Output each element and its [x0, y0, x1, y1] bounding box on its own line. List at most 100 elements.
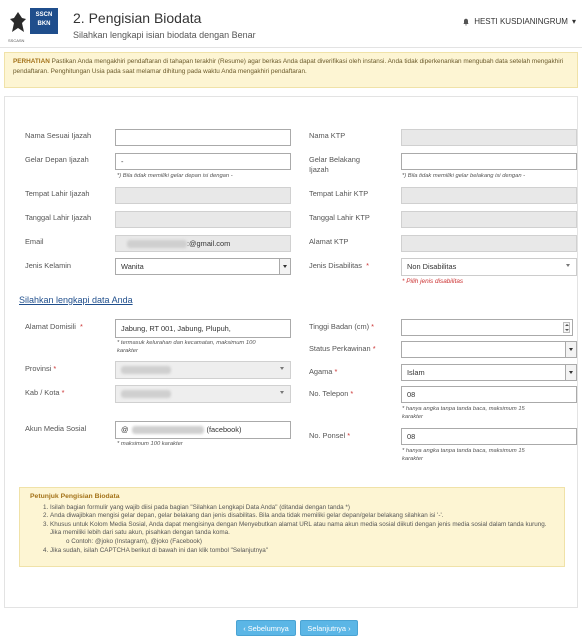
attention-notice: PERHATIAN Pastikan Anda mengakhiri penda…: [4, 52, 578, 88]
alamat-ktp-input: [401, 235, 577, 252]
status-perkawinan-label-text: Status Perkawinan: [309, 344, 371, 353]
gelar-depan-label: Gelar Depan Ijazah: [25, 155, 89, 164]
tanggal-lahir-ktp-input: [401, 211, 577, 228]
gelar-belakang-input[interactable]: [401, 153, 577, 170]
jenis-kelamin-value: Wanita: [121, 262, 144, 271]
disabilitas-label-text: Jenis Disabilitas: [309, 261, 362, 270]
no-ponsel-hint-line2: karakter: [402, 456, 423, 462]
chevron-down-icon: ▾: [571, 17, 576, 26]
akun-medsos-prefix: @: [121, 425, 129, 434]
user-name: HESTI KUSDIANINGRUM: [474, 17, 568, 26]
alamat-domisili-label: Alamat Domisili *: [25, 322, 83, 332]
jenis-kelamin-label: Jenis Kelamin: [25, 261, 72, 270]
nama-ijazah-label: Nama Sesuai Ijazah: [25, 131, 92, 140]
alamat-domisili-label-text: Alamat Domisili: [25, 322, 76, 331]
redacted-provinsi: [121, 366, 171, 375]
akun-medsos-input[interactable]: @ (facebook): [115, 421, 291, 439]
no-telepon-label-text: No. Telepon: [309, 389, 349, 398]
status-perkawinan-select[interactable]: [401, 341, 577, 358]
gelar-belakang-label-line2: Ijazah: [309, 165, 329, 174]
disabilitas-select[interactable]: Non Disabilitas: [401, 258, 577, 276]
agama-select[interactable]: Islam: [401, 364, 577, 381]
alamat-domisili-input[interactable]: Jabung, RT 001, Jabung, Plupuh,: [115, 319, 291, 338]
provinsi-label-text: Provinsi: [25, 364, 52, 373]
redacted-akun: [131, 426, 204, 435]
kab-kota-select[interactable]: [115, 385, 291, 403]
guide-item: Anda diwajibkan mengisi gelar depan, gel…: [50, 512, 554, 521]
akun-medsos-label: Akun Media Sosial: [25, 424, 87, 433]
required-mark: *: [372, 344, 376, 353]
required-mark: *: [80, 322, 83, 331]
tempat-lahir-ijazah-label: Tempat Lahir Ijazah: [25, 189, 90, 198]
no-telepon-hint: * hanya angka tanpa tanda baca, maksimum…: [402, 405, 525, 421]
sscasn-logo[interactable]: SSCN BKN SSCASN: [8, 8, 60, 43]
akun-medsos-suffix: (facebook): [206, 425, 242, 434]
tanggal-lahir-ijazah-label: Tanggal Lahir Ijazah: [25, 213, 92, 222]
chevron-down-icon: [566, 264, 570, 267]
tempat-lahir-ktp-label: Tempat Lahir KTP: [309, 189, 369, 198]
chevron-down-icon: [280, 391, 284, 394]
section-title: Silahkan lengkapi data Anda: [19, 295, 133, 305]
email-field: :@gmail.com: [115, 235, 291, 252]
chevron-down-icon: [565, 342, 576, 357]
user-menu[interactable]: HESTI KUSDIANINGRUM ▾: [462, 17, 576, 26]
akun-medsos-hint: * maksimum 100 karakter: [117, 441, 183, 447]
no-telepon-input[interactable]: 08: [401, 386, 577, 403]
required-mark: *: [53, 364, 57, 373]
redacted-kab-kota: [121, 390, 171, 399]
chevron-down-icon: [565, 365, 576, 380]
agama-value: Islam: [407, 368, 425, 377]
nama-ktp-label: Nama KTP: [309, 131, 346, 140]
no-ponsel-input[interactable]: 08: [401, 428, 577, 445]
guide-item: Khusus untuk Kolom Media Sosial, Anda da…: [50, 521, 554, 538]
disabilitas-label: Jenis Disabilitas *: [309, 261, 369, 271]
gelar-belakang-label: Gelar Belakang Ijazah: [309, 155, 360, 175]
no-telepon-hint-line2: karakter: [402, 414, 423, 420]
tempat-lahir-ktp-input: [401, 187, 577, 204]
logo-box-text: SSCN: [35, 12, 53, 18]
tinggi-badan-input[interactable]: [401, 319, 573, 336]
redacted-email: [127, 240, 187, 249]
previous-button[interactable]: ‹ Sebelumnya: [236, 620, 296, 636]
guide-list: Isilah bagian formulir yang wajib diisi …: [30, 504, 554, 556]
guide-item: Jika sudah, isilah CAPTCHA berikut di ba…: [50, 547, 554, 556]
tanggal-lahir-ijazah-input: [115, 211, 291, 228]
page-subtitle: Silahkan lengkapi isian biodata dengan B…: [73, 30, 256, 40]
alamat-domisili-hint: * termasuk kelurahan dan kecamatan, maks…: [117, 339, 256, 355]
provinsi-select[interactable]: [115, 361, 291, 379]
bell-icon: [463, 18, 469, 26]
kab-kota-label: Kab / Kota *: [25, 388, 64, 398]
guide-title: Petunjuk Pengisian Biodata: [30, 493, 120, 500]
next-button[interactable]: Selanjutnya ›: [300, 620, 358, 636]
tanggal-lahir-ktp-label: Tanggal Lahir KTP: [309, 213, 370, 222]
tinggi-badan-label-text: Tinggi Badan (cm): [309, 322, 370, 331]
required-mark: *: [61, 388, 65, 397]
no-telepon-label: No. Telepon *: [309, 389, 353, 399]
no-telepon-hint-line1: * hanya angka tanpa tanda baca, maksimum…: [402, 406, 525, 412]
gelar-belakang-label-line1: Gelar Belakang: [309, 155, 360, 164]
number-spinner-icon[interactable]: [563, 322, 570, 333]
biodata-form-panel: Nama Sesuai Ijazah Gelar Depan Ijazah - …: [4, 96, 578, 608]
guide-item: Isilah bagian formulir yang wajib diisi …: [50, 504, 554, 513]
disabilitas-value: Non Disabilitas: [407, 262, 457, 271]
tinggi-badan-label: Tinggi Badan (cm) *: [309, 322, 374, 332]
jenis-kelamin-select[interactable]: Wanita: [115, 258, 291, 275]
no-ponsel-label-text: No. Ponsel: [309, 431, 346, 440]
gelar-depan-input[interactable]: -: [115, 153, 291, 170]
notice-label: PERHATIAN: [13, 58, 50, 65]
alamat-domisili-hint-line1: * termasuk kelurahan dan kecamatan, maks…: [117, 340, 256, 346]
chevron-down-icon: [280, 367, 284, 370]
kab-kota-label-text: Kab / Kota: [25, 388, 60, 397]
sscn-logo-box: SSCN BKN: [30, 8, 58, 34]
required-mark: *: [350, 389, 354, 398]
logo-box-sub: BKN: [37, 21, 51, 27]
garuda-logo-icon: [10, 12, 26, 32]
agama-label: Agama *: [309, 367, 337, 377]
nama-ijazah-input[interactable]: [115, 129, 291, 146]
disabilitas-error: * Pilih jenis disabilitas: [402, 278, 464, 285]
required-mark: *: [366, 261, 369, 270]
page-header: SSCN BKN SSCASN 2. Pengisian Biodata Sil…: [0, 0, 582, 48]
alamat-domisili-hint-line2: karakter: [117, 348, 138, 354]
no-ponsel-hint: * hanya angka tanpa tanda baca, maksimum…: [402, 447, 525, 463]
agama-label-text: Agama: [309, 367, 333, 376]
